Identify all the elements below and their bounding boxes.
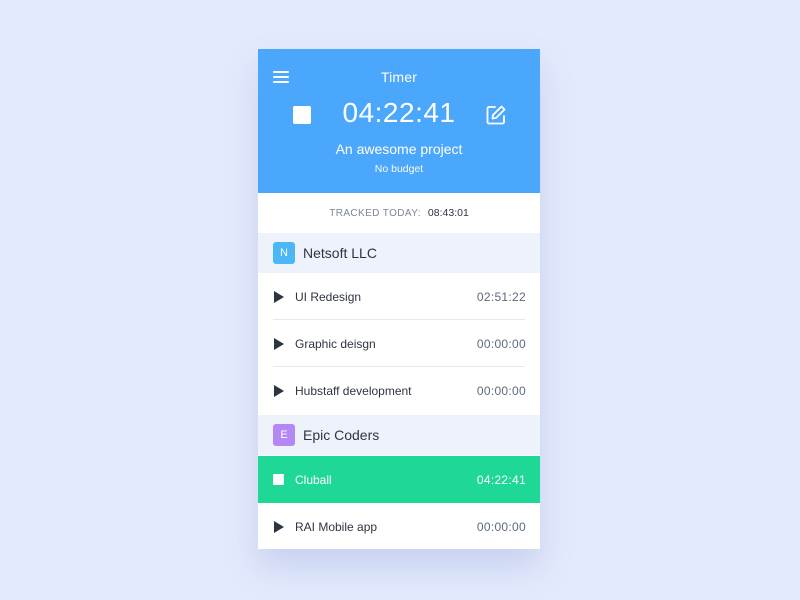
- task-time: 00:00:00: [476, 383, 526, 398]
- task-row-graphic-design[interactable]: Graphic deisgn 00:00:00: [258, 320, 540, 367]
- tracked-today-label: TRACKED TODAY:: [329, 207, 421, 219]
- task-time: 04:22:41: [476, 472, 526, 487]
- group-header-epic-coders: E Epic Coders: [258, 415, 540, 455]
- timer-header: Timer 04:22:41 An awesome project No bud…: [258, 49, 540, 193]
- current-project-name[interactable]: An awesome project: [258, 141, 540, 157]
- group-badge: N: [273, 242, 295, 264]
- task-row-hubstaff-development[interactable]: Hubstaff development 00:00:00: [258, 367, 540, 414]
- edit-pencil-icon[interactable]: [485, 104, 507, 126]
- play-icon[interactable]: [274, 520, 284, 533]
- page-title: Timer: [380, 69, 418, 85]
- group-badge: E: [273, 424, 295, 446]
- task-row-rai-mobile-app[interactable]: RAI Mobile app 00:00:00: [258, 503, 540, 549]
- group-header-netsoft: N Netsoft LLC: [258, 233, 540, 273]
- task-time: 00:00:00: [476, 519, 526, 534]
- task-time: 02:51:22: [476, 289, 526, 304]
- project-budget: No budget: [374, 163, 424, 175]
- play-icon[interactable]: [274, 384, 284, 397]
- task-row-cluball-active[interactable]: Cluball 04:22:41: [258, 456, 540, 503]
- task-name: Cluball: [295, 472, 332, 487]
- play-icon[interactable]: [274, 337, 284, 350]
- task-name: Graphic deisgn: [295, 336, 376, 351]
- play-icon[interactable]: [274, 290, 284, 303]
- tracked-today-bar: TRACKED TODAY: 08:43:01: [258, 193, 540, 233]
- task-time: 00:00:00: [476, 336, 526, 351]
- task-name: UI Redesign: [295, 289, 362, 304]
- task-name: Hubstaff development: [295, 383, 412, 398]
- timer-app-window: Timer 04:22:41 An awesome project No bud…: [258, 49, 540, 549]
- tracked-today-value: 08:43:01: [427, 207, 469, 219]
- group-name: Netsoft LLC: [303, 245, 377, 261]
- stop-square-icon[interactable]: [273, 474, 284, 485]
- task-row-ui-redesign[interactable]: UI Redesign 02:51:22: [258, 273, 540, 320]
- task-name: RAI Mobile app: [295, 519, 378, 534]
- group-name: Epic Coders: [303, 427, 380, 443]
